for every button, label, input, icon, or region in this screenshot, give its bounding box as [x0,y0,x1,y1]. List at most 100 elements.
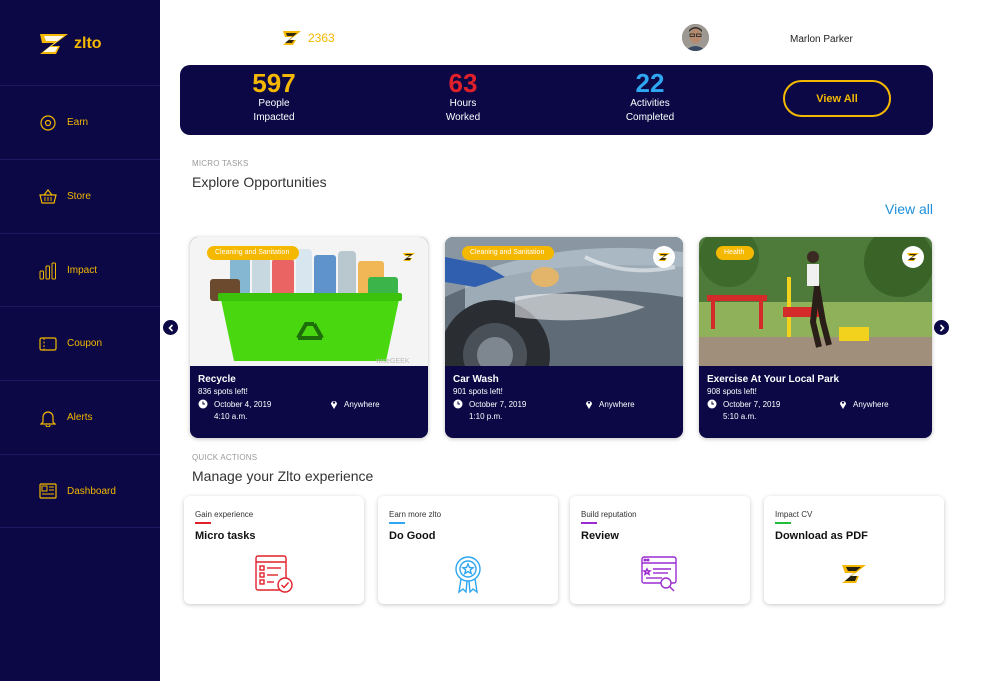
quick-action-kicker: Gain experience [195,510,254,519]
stat-value: 22 [635,68,665,98]
quick-action-micro-tasks[interactable]: Gain experience Micro tasks [184,496,364,604]
quick-action-download-pdf[interactable]: Impact CV Download as PDF [764,496,944,604]
card-meta: October 4, 2019 4:10 a.m. Anywhere [198,399,420,427]
card-spots: 836 spots left! [198,387,248,396]
card-meta: October 7, 2019 1:10 p.m. Anywhere [453,399,675,427]
stat-label: People [258,98,290,109]
card-spots: 901 spots left! [453,387,503,396]
user-name[interactable]: Marlon Parker [790,34,853,45]
section-title: Manage your Zlto experience [192,468,374,484]
avatar[interactable] [682,24,709,51]
card-datetime: October 7, 2019 1:10 p.m. [453,399,526,423]
review-icon [640,554,680,594]
card-location-label: Anywhere [599,399,635,409]
card-meta: October 7, 2019 5:10 a.m. Anywhere [707,399,924,427]
card-image-recycle: wiseGEEK Cleaning and Sanitation [190,237,428,366]
brand-logo[interactable]: zlto [38,32,102,56]
card-body: Recycle 836 spots left! October 4, 2019 … [190,366,428,438]
sidebar-item-earn[interactable]: Earn [0,85,160,159]
quick-action-title: Micro tasks [195,530,256,542]
zlto-balance: 2363 [282,30,335,46]
app: zlto Earn Store Impact Coupon Alerts Das… [0,0,1000,681]
clock-icon [198,399,208,409]
sidebar-item-label: Earn [67,117,89,128]
bell-icon [39,409,57,427]
card-image-car-wash: Cleaning and Sanitation [445,237,683,366]
sidebar: zlto Earn Store Impact Coupon Alerts Das… [0,0,160,681]
view-all-opportunities-link[interactable]: View all [885,201,933,217]
clock-icon [707,399,717,409]
section-kicker: MICRO TASKS [192,159,249,168]
quick-action-title: Do Good [389,530,436,542]
zlto-balance-value: 2363 [308,31,335,45]
category-badge: Health [716,246,755,260]
sidebar-item-label: Impact [67,265,98,276]
stat-value: 63 [448,68,478,98]
clock-icon [453,399,463,409]
stat-label: Worked [445,112,481,123]
card-spots: 908 spots left! [707,387,757,396]
svg-text:wiseGEEK: wiseGEEK [375,358,410,365]
chevron-right-icon [939,323,945,332]
opportunity-card[interactable]: Cleaning and Sanitation Car Wash 901 spo… [445,237,683,438]
earn-icon [39,114,57,132]
card-location-label: Anywhere [344,399,380,409]
sidebar-item-label: Store [67,191,91,202]
zlto-logo-icon [834,554,874,594]
brand-name: zlto [74,35,102,52]
quick-action-review[interactable]: Build reputation Review [570,496,750,604]
quick-action-title: Review [581,530,619,542]
view-all-stats-button[interactable]: View All [783,80,891,117]
card-date: October 7, 2019 [723,400,781,409]
card-body: Car Wash 901 spots left! October 7, 2019… [445,366,683,438]
card-image-exercise: Health [699,237,932,366]
location-pin-icon [586,401,592,409]
accent-underline [775,522,791,524]
quick-action-kicker: Build reputation [581,510,637,519]
card-title: Exercise At Your Local Park [707,374,840,385]
opportunity-card[interactable]: wiseGEEK Cleaning and Sanitation Recycle… [190,237,428,438]
card-title: Recycle [198,374,236,385]
card-location: Anywhere [839,399,889,409]
carousel-next-button[interactable] [934,320,949,335]
card-location: Anywhere [585,399,635,409]
sidebar-item-label: Dashboard [67,485,116,497]
sidebar-item-dashboard[interactable]: Dashboard [0,454,160,528]
quick-action-kicker: Earn more zlto [389,510,442,519]
stat-label: Activities [630,98,670,109]
zlto-logo-icon [398,246,420,268]
basket-icon [39,188,57,206]
section-kicker: QUICK ACTIONS [192,453,258,462]
quick-action-title: Download as PDF [775,530,868,542]
card-time: 4:10 a.m. [214,412,248,421]
zlto-logo-icon [40,34,68,54]
stat-value: 597 [252,68,296,98]
sidebar-item-label: Coupon [67,338,103,349]
opportunity-card[interactable]: Health Exercise At Your Local Park 908 s… [699,237,932,438]
zlto-logo-icon [283,31,301,45]
sidebar-item-alerts[interactable]: Alerts [0,380,160,454]
chevron-left-icon [167,323,173,332]
category-badge: Cleaning and Sanitation [462,246,555,260]
sidebar-item-label: Alerts [67,412,93,423]
card-datetime: October 7, 2019 5:10 a.m. [707,399,780,423]
category-badge: Cleaning and Sanitation [207,246,300,260]
carousel-prev-button[interactable] [163,320,178,335]
card-location: Anywhere [330,399,380,409]
zlto-logo-icon [902,246,924,268]
card-datetime: October 4, 2019 4:10 a.m. [198,399,271,423]
card-location-label: Anywhere [853,399,889,409]
stat-label: Hours [449,98,477,109]
sidebar-item-store[interactable]: Store [0,159,160,233]
sidebar-item-impact[interactable]: Impact [0,233,160,307]
card-date: October 7, 2019 [469,400,527,409]
quick-action-do-good[interactable]: Earn more zlto Do Good [378,496,558,604]
stat-label: Impacted [253,112,295,123]
award-badge-icon [448,554,488,594]
accent-underline [581,522,597,524]
stat-activities-completed: 22 Activities Completed [595,69,705,125]
checklist-icon [254,554,294,594]
zlto-logo-icon [653,246,675,268]
accent-underline [195,522,211,524]
sidebar-item-coupon[interactable]: Coupon [0,306,160,380]
